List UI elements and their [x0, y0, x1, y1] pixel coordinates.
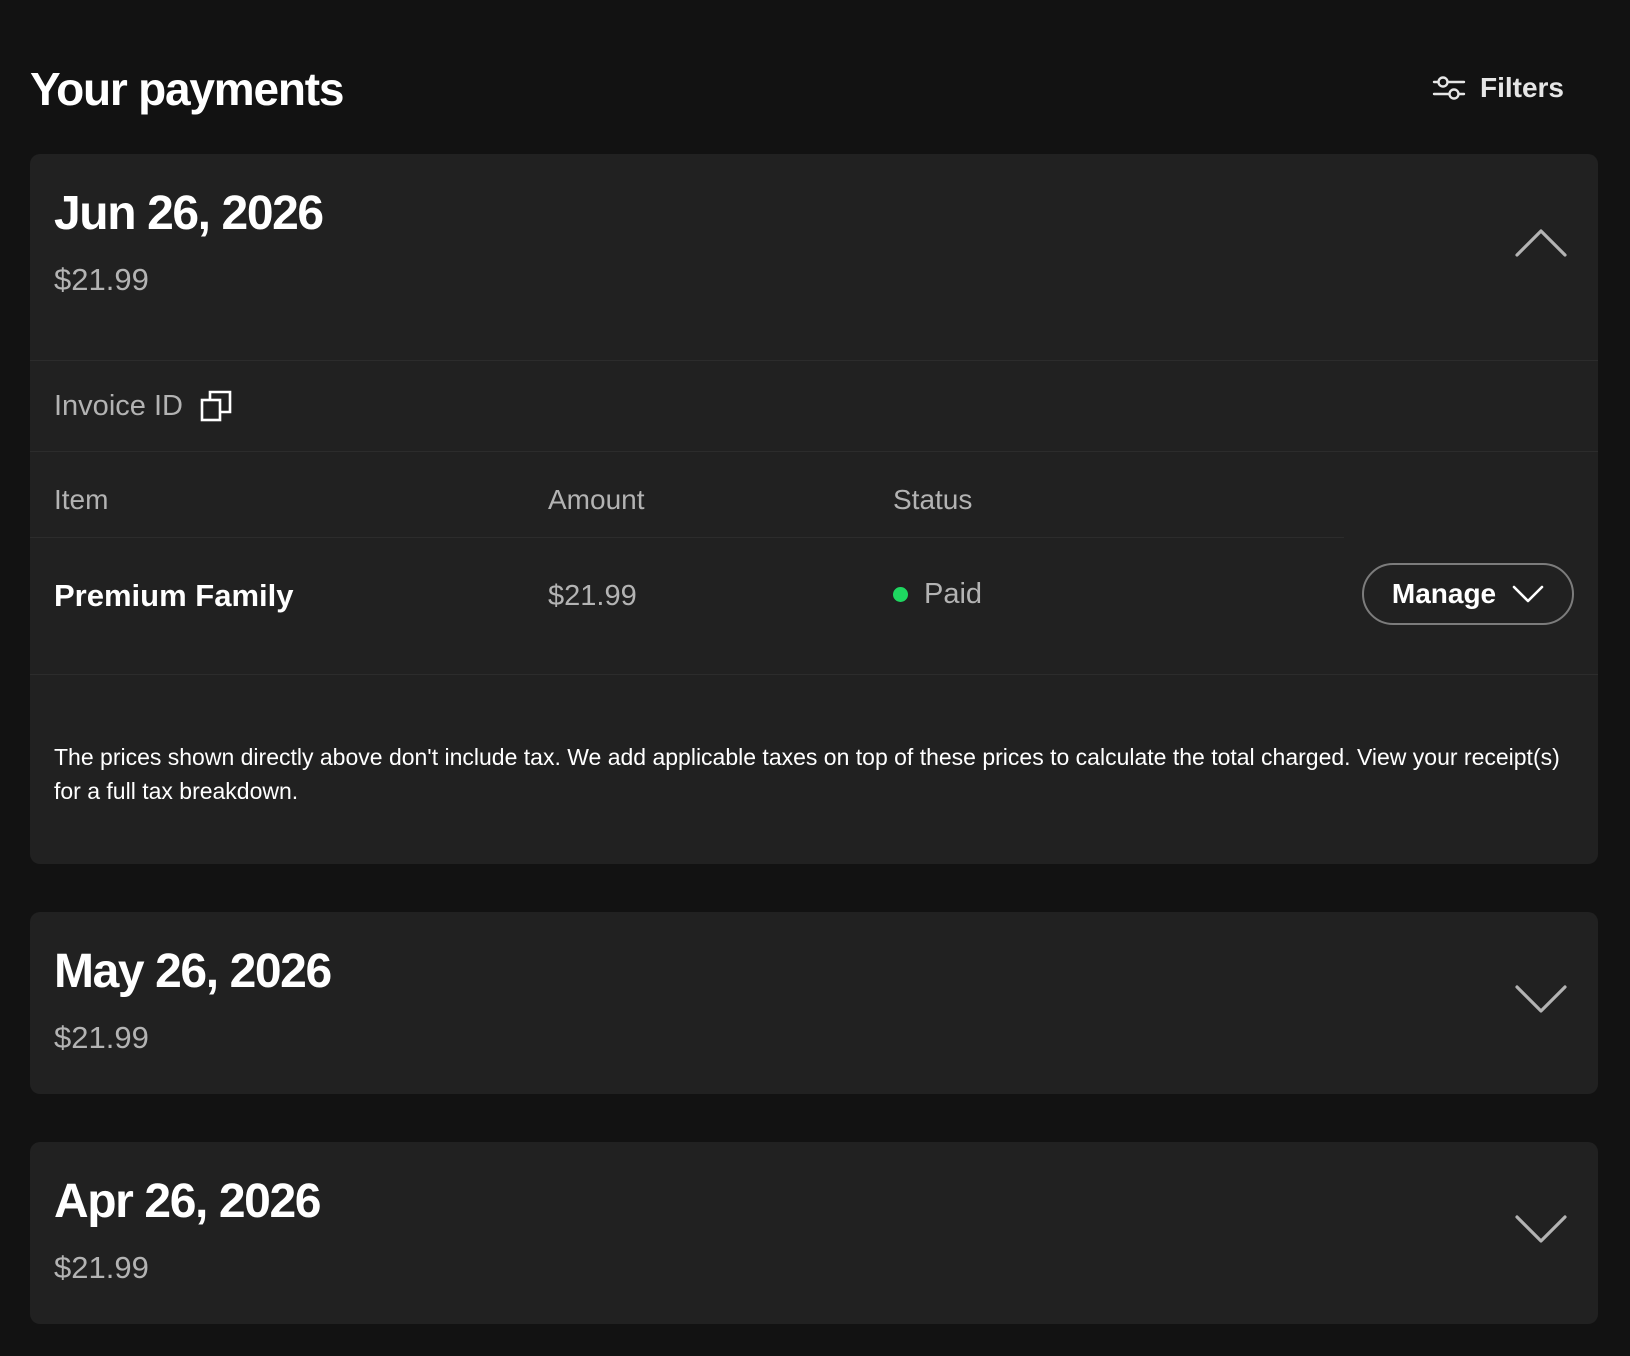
payment-date: May 26, 2026	[54, 945, 332, 998]
page-header: Your payments Filters	[30, 58, 1600, 124]
item-name: Premium Family	[54, 578, 294, 613]
status-label: Paid	[924, 578, 983, 610]
table-row: Premium Family $21.99 Paid Manage	[30, 538, 1598, 674]
payment-card-header[interactable]: May 26, 2026 $21.99	[30, 912, 1598, 1094]
payment-amount: $21.99	[54, 1020, 149, 1055]
copy-icon[interactable]	[199, 389, 233, 423]
column-header-item: Item	[54, 484, 109, 515]
filters-label: Filters	[1479, 72, 1564, 103]
payment-card[interactable]: Apr 26, 2026 $21.99	[30, 1142, 1598, 1324]
payment-card[interactable]: May 26, 2026 $21.99	[30, 912, 1598, 1094]
payment-card-header[interactable]: Apr 26, 2026 $21.99	[30, 1142, 1598, 1324]
manage-button[interactable]: Manage	[1362, 563, 1574, 625]
invoice-id-row: Invoice ID	[30, 361, 1598, 451]
invoice-id-label: Invoice ID	[54, 389, 183, 422]
status-dot-icon	[893, 587, 908, 602]
filters-button[interactable]: Filters	[1432, 72, 1564, 104]
chevron-up-icon[interactable]	[1514, 226, 1568, 260]
chevron-down-icon	[1512, 584, 1544, 604]
payment-card-header[interactable]: Jun 26, 2026 $21.99	[30, 154, 1598, 360]
sliders-icon	[1432, 74, 1466, 102]
item-amount: $21.99	[548, 580, 637, 612]
payment-amount: $21.99	[54, 1250, 149, 1285]
status-badge: Paid	[893, 578, 982, 611]
chevron-down-icon[interactable]	[1514, 1212, 1568, 1246]
payment-card: Jun 26, 2026 $21.99 Invoice ID Item Amou…	[30, 154, 1598, 864]
chevron-down-icon[interactable]	[1514, 982, 1568, 1016]
payment-date: Apr 26, 2026	[54, 1175, 321, 1228]
column-header-amount: Amount	[548, 484, 645, 515]
payment-amount: $21.99	[54, 262, 149, 297]
column-header-status: Status	[893, 484, 973, 515]
manage-label: Manage	[1391, 578, 1497, 609]
payments-page: Your payments Filters Jun 26, 2026 $21.9…	[0, 0, 1630, 1356]
payment-table-header: Item Amount Status	[30, 452, 1598, 538]
payment-date: Jun 26, 2026	[54, 187, 324, 240]
divider	[30, 674, 1598, 675]
tax-disclaimer: The prices shown directly above don't in…	[54, 744, 1560, 804]
page-title: Your payments	[30, 63, 344, 115]
